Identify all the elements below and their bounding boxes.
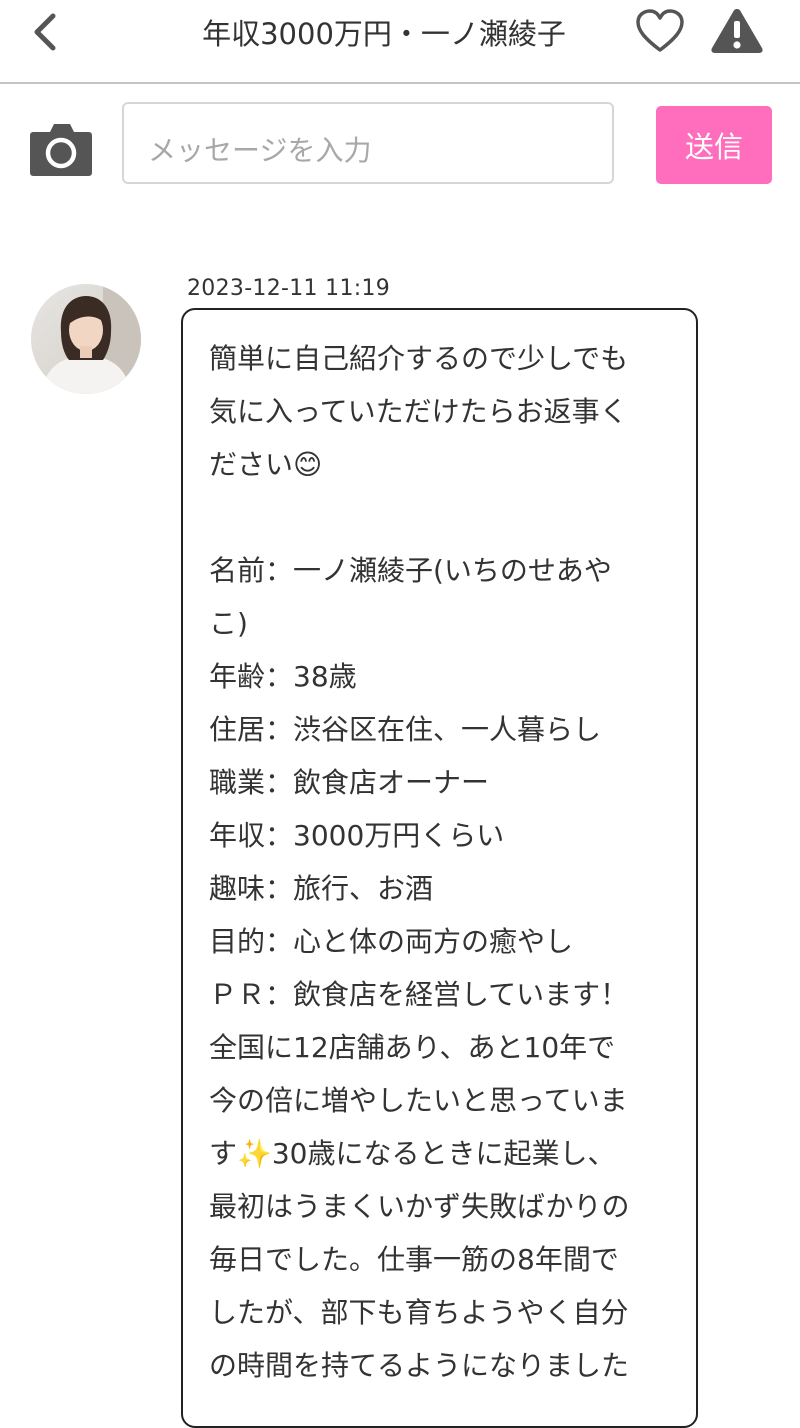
message-line: 趣味：旅行、お酒: [209, 872, 434, 905]
send-button[interactable]: 送信: [656, 106, 772, 184]
heart-outline-icon: [636, 9, 684, 52]
message-line: 今の倍に増やしたいと思っていま: [209, 1084, 628, 1117]
message-line: 気に入っていただけたらお返事く: [209, 395, 628, 428]
message-line: ＰＲ：飲食店を経営しています！: [209, 978, 629, 1011]
message-timestamp: 2023-12-11 11:19: [187, 276, 391, 301]
message-line: 年収：3000万円くらい: [209, 819, 505, 852]
message-line: 目的：心と体の両方の癒やし: [209, 925, 574, 958]
chevron-left-icon: [34, 13, 56, 51]
message-line: こ): [209, 607, 248, 640]
back-button[interactable]: [22, 8, 72, 58]
message-line: 職業：飲食店オーナー: [209, 766, 490, 799]
message-line: 年齢：38歳: [209, 660, 357, 693]
favorite-button[interactable]: [634, 8, 686, 56]
message-input[interactable]: [122, 102, 614, 184]
message-line: 名前：一ノ瀬綾子(いちのせあや: [209, 554, 612, 587]
message-line: ださい😊: [209, 448, 323, 481]
warning-triangle-icon: [711, 9, 763, 53]
message-line: の時間を持てるようになりました: [209, 1349, 630, 1382]
message-line: 住居：渋谷区在住、一人暮らし: [209, 713, 602, 746]
user-avatar-photo: [31, 284, 141, 394]
message-line: 毎日でした。仕事一筋の8年間で: [209, 1243, 619, 1276]
report-button[interactable]: [708, 6, 766, 56]
header-bar: 年収3000万円・一ノ瀬綾子: [0, 0, 800, 84]
message-line: 最初はうまくいかず失敗ばかりの: [209, 1190, 630, 1223]
camera-icon: [30, 124, 92, 176]
page-title: 年収3000万円・一ノ瀬綾子: [202, 17, 566, 51]
message-line: 簡単に自己紹介するので少しでも: [209, 342, 629, 375]
message-line: す✨30歳になるときに起業し、: [209, 1137, 616, 1170]
message-line: したが、部下も育ちようやく自分: [209, 1296, 629, 1329]
message-line: 全国に12店舗あり、あと10年で: [209, 1031, 616, 1064]
avatar[interactable]: [31, 284, 141, 394]
message-bubble: 簡単に自己紹介するので少しでも 気に入っていただけたらお返事く ださい😊 名前：…: [181, 308, 698, 1428]
camera-button[interactable]: [28, 120, 94, 178]
